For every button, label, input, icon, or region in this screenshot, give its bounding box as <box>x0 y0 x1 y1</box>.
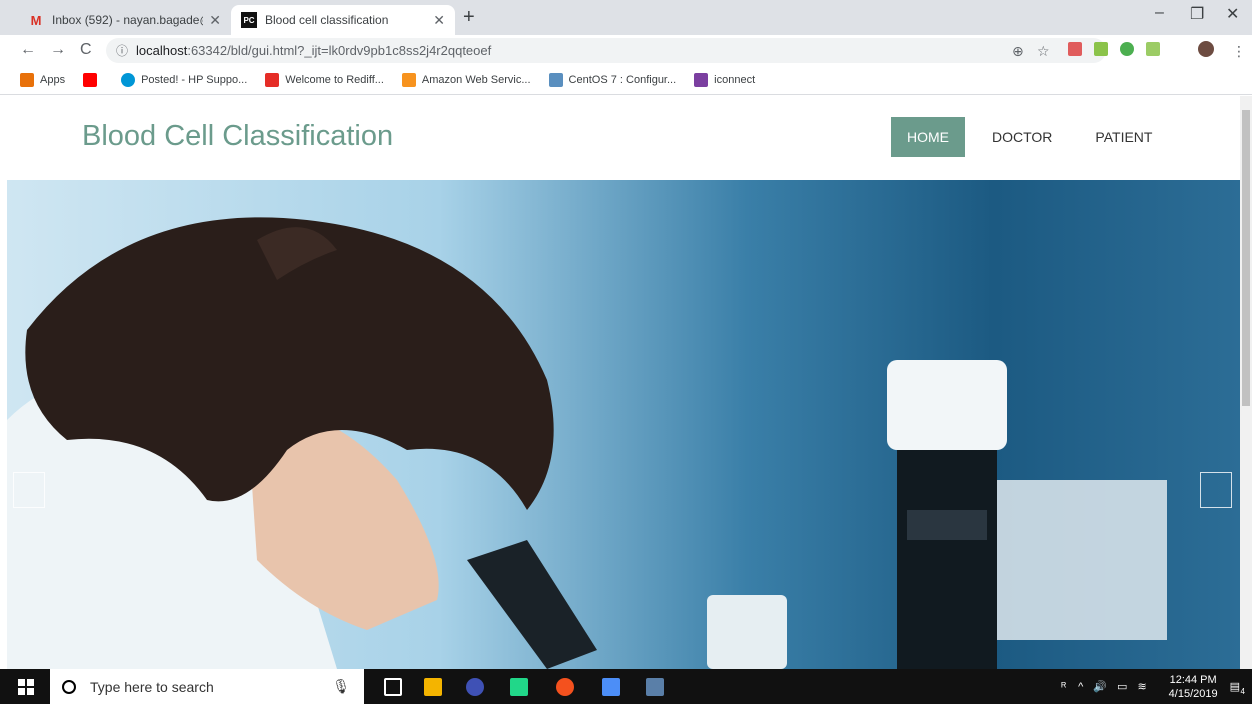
bookmark-star-icon[interactable]: ☆ <box>1037 43 1050 60</box>
download-extension-icon[interactable] <box>1094 42 1108 56</box>
pycharm-taskbar-icon[interactable] <box>510 678 528 696</box>
image-extension-icon[interactable] <box>1146 42 1160 56</box>
bookmark-apps[interactable]: Apps <box>20 73 65 87</box>
cortana-icon <box>62 679 76 694</box>
pycharm-icon: PC <box>241 12 257 28</box>
restore-button[interactable]: ❐ <box>1190 4 1204 24</box>
close-icon[interactable]: ✕ <box>433 12 445 29</box>
carousel-prev-button[interactable] <box>13 472 45 508</box>
chrome-icon[interactable] <box>556 678 574 696</box>
eclipse-icon[interactable] <box>466 678 484 696</box>
carousel-next-button[interactable] <box>1200 472 1232 508</box>
tab-gmail[interactable]: M Inbox (592) - nayan.bagade@gm ✕ <box>18 5 231 35</box>
remote-desktop-icon[interactable] <box>646 678 664 696</box>
menu-icon[interactable]: ⋮ <box>1232 43 1246 60</box>
minimize-button[interactable]: – <box>1155 4 1164 22</box>
page-scrollbar[interactable] <box>1240 96 1252 669</box>
scrollbar-thumb[interactable] <box>1242 110 1250 406</box>
network-icon[interactable]: ≋ <box>1137 680 1146 693</box>
task-view-icon[interactable] <box>384 678 402 696</box>
close-icon[interactable]: ✕ <box>209 12 221 29</box>
close-window-button[interactable]: ✕ <box>1226 4 1239 24</box>
zoom-icon[interactable]: ⊕ <box>1012 43 1024 60</box>
bookmark-label: Welcome to Rediff... <box>285 74 384 86</box>
main-nav: HOME DOCTOR PATIENT <box>891 117 1179 157</box>
reload-button[interactable]: C <box>80 41 92 59</box>
taskbar-search[interactable]: Type here to search 🎙 <box>50 669 364 704</box>
nav-home[interactable]: HOME <box>891 117 965 157</box>
system-tray: ᴿ ^ 🔊 ▭ ≋ 12:44 PM 4/15/2019 ▤ 4 <box>1061 669 1252 704</box>
url-path: :63342/bld/gui.html?_ijt=lk0rdv9pb1c8ss2… <box>187 43 492 58</box>
check-extension-icon[interactable] <box>1120 42 1134 56</box>
file-explorer-icon[interactable] <box>424 678 442 696</box>
scientist-microscope-illustration <box>7 217 1167 669</box>
bookmark-centos[interactable]: CentOS 7 : Configur... <box>548 73 677 87</box>
search-placeholder: Type here to search <box>90 678 214 695</box>
clock-time: 12:44 PM <box>1169 673 1217 686</box>
aws-icon <box>401 73 416 87</box>
bookmark-label: CentOS 7 : Configur... <box>568 74 677 86</box>
nav-patient[interactable]: PATIENT <box>1079 117 1168 157</box>
bookmark-youtube[interactable] <box>83 73 103 87</box>
bookmarks-bar: Apps Posted! - HP Suppo... Welcome to Re… <box>0 66 1252 95</box>
tab-blood-cell[interactable]: PC Blood cell classification ✕ <box>231 5 455 35</box>
tab-strip: M Inbox (592) - nayan.bagade@gm ✕ PC Blo… <box>0 0 1252 35</box>
bookmark-label: iconnect <box>714 74 756 86</box>
tab-title: Blood cell classification <box>265 13 389 27</box>
notifications-icon[interactable]: ▤ 4 <box>1230 680 1245 696</box>
bookmark-label: Amazon Web Servic... <box>421 74 531 86</box>
site-brand[interactable]: Blood Cell Classification <box>82 120 393 153</box>
lightning-app-icon[interactable] <box>602 678 620 696</box>
centos-icon <box>548 73 563 87</box>
people-icon[interactable]: ᴿ <box>1061 681 1066 693</box>
new-tab-button[interactable]: + <box>463 6 475 29</box>
chevron-up-icon[interactable]: ^ <box>1078 681 1083 693</box>
info-icon[interactable]: ⓘ <box>116 42 128 59</box>
microphone-icon[interactable]: 🎙 <box>332 678 350 695</box>
volume-icon[interactable]: 🔊 <box>1093 680 1107 693</box>
hero-image <box>7 180 1240 669</box>
url-host: localhost <box>136 43 188 58</box>
bookmark-label: Apps <box>40 74 66 86</box>
nav-doctor[interactable]: DOCTOR <box>976 117 1068 157</box>
bookmark-rediff[interactable]: Welcome to Rediff... <box>265 73 384 87</box>
back-button[interactable]: ← <box>20 41 36 59</box>
windows-start-icon[interactable] <box>18 679 34 695</box>
gmail-icon: M <box>30 12 42 28</box>
clock[interactable]: 12:44 PM 4/15/2019 <box>1169 673 1218 701</box>
forward-button[interactable]: → <box>50 41 66 59</box>
pdf-extension-icon[interactable] <box>1068 42 1082 56</box>
profile-avatar[interactable] <box>1198 41 1214 57</box>
apps-grid-icon <box>20 73 34 87</box>
bookmark-aws[interactable]: Amazon Web Servic... <box>401 73 531 87</box>
hp-icon <box>121 73 136 87</box>
notification-count: 4 <box>1240 687 1245 696</box>
iconnect-icon <box>694 73 709 87</box>
clock-date: 4/15/2019 <box>1168 687 1218 700</box>
rediff-icon <box>265 73 280 87</box>
bookmark-iconnect[interactable]: iconnect <box>694 73 755 87</box>
battery-icon[interactable]: ▭ <box>1117 680 1127 693</box>
bookmark-hp[interactable]: Posted! - HP Suppo... <box>121 73 247 87</box>
youtube-icon <box>83 73 98 87</box>
bookmark-label: Posted! - HP Suppo... <box>141 74 248 86</box>
windows-taskbar: Type here to search 🎙 ᴿ ^ 🔊 ▭ ≋ 12:44 PM… <box>0 669 1252 704</box>
browser-toolbar: ← → C ⓘ localhost :63342/bld/gui.html?_i… <box>0 35 1252 66</box>
address-bar[interactable]: ⓘ localhost :63342/bld/gui.html?_ijt=lk0… <box>106 38 1106 63</box>
web-page: Blood Cell Classification HOME DOCTOR PA… <box>0 96 1240 669</box>
tab-title: Inbox (592) - nayan.bagade@gm <box>52 13 203 27</box>
